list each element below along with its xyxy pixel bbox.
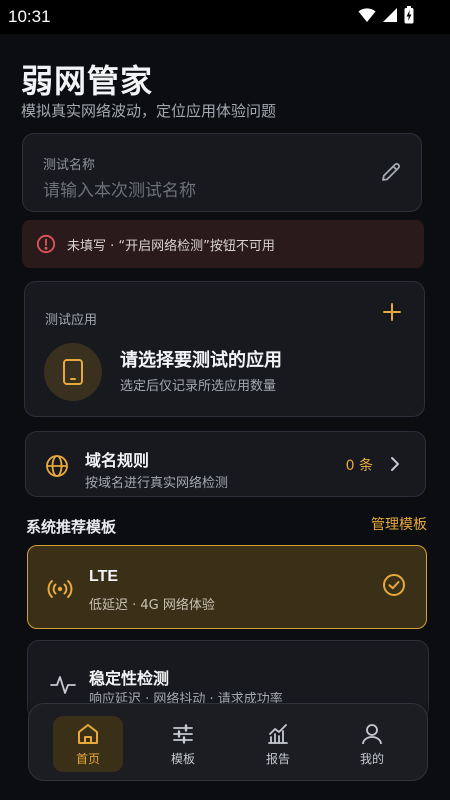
wifi-icon — [358, 8, 376, 22]
domain-rules-row[interactable]: 域名规则 按域名进行真实网络检测 0 条 — [25, 431, 426, 497]
chart-icon — [268, 724, 288, 744]
app-placeholder-avatar — [44, 343, 102, 401]
manage-templates-link[interactable]: 管理模板 — [371, 514, 427, 534]
test-name-label: 测试名称 — [43, 158, 96, 173]
domain-rules-title: 域名规则 — [85, 451, 150, 470]
sliders-icon — [173, 724, 193, 744]
app-title: 弱网管家 — [21, 62, 154, 100]
test-app-card[interactable]: 测试应用 请选择要测试的应用 选定后仅记录所选应用数量 — [24, 281, 425, 417]
chevron-right-icon — [391, 457, 399, 471]
app-subtitle: 模拟真实网络波动，定位应用体验问题 — [21, 102, 277, 120]
pulse-icon — [50, 676, 76, 694]
cell-signal-icon — [383, 8, 397, 22]
domain-rules-subtitle: 按域名进行真实网络检测 — [85, 476, 229, 491]
home-icon — [78, 724, 98, 744]
user-icon — [362, 724, 382, 745]
globe-icon — [46, 455, 68, 477]
warning-banner: 未填写 · “开启网络检测”按钮不可用 — [22, 220, 424, 268]
template-title: LTE — [89, 568, 119, 585]
templates-section-title: 系统推荐模板 — [26, 518, 117, 536]
check-circle-icon — [383, 574, 405, 596]
nav-label: 报告 — [265, 752, 290, 766]
pencil-icon[interactable] — [379, 160, 403, 184]
test-name-field[interactable]: 测试名称 请输入本次测试名称 — [22, 133, 422, 212]
test-name-input[interactable]: 请输入本次测试名称 — [43, 176, 196, 201]
status-time: 10:31 — [8, 7, 51, 26]
select-app-title: 请选择要测试的应用 — [120, 350, 282, 371]
nav-label: 首页 — [75, 752, 100, 766]
battery-charging-icon — [404, 6, 414, 24]
error-icon — [36, 234, 56, 254]
nav-item-home[interactable]: 首页 — [53, 716, 123, 772]
test-app-label: 测试应用 — [45, 313, 98, 328]
phone-icon — [63, 359, 83, 385]
nav-item-reports[interactable]: 报告 — [243, 716, 313, 772]
status-bar: 10:31 — [0, 0, 450, 34]
status-icons — [358, 6, 414, 24]
nav-item-templates[interactable]: 模板 — [148, 716, 218, 772]
template-desc: 低延迟 · 4G 网络体验 — [89, 598, 215, 613]
broadcast-signal-icon — [47, 580, 73, 598]
nav-item-profile[interactable]: 我的 — [337, 716, 407, 772]
template-title: 稳定性检测 — [89, 669, 170, 688]
select-app-hint: 选定后仅记录所选应用数量 — [120, 379, 277, 394]
plus-icon[interactable] — [382, 302, 402, 322]
nav-label: 我的 — [359, 752, 384, 766]
warning-text: 未填写 · “开启网络检测”按钮不可用 — [67, 239, 275, 254]
nav-label: 模板 — [170, 752, 195, 766]
domain-rules-count: 0 条 — [345, 458, 373, 474]
template-lte[interactable]: LTE 低延迟 · 4G 网络体验 — [27, 545, 427, 629]
bottom-nav: 首页 模板 报告 我的 — [28, 703, 428, 781]
